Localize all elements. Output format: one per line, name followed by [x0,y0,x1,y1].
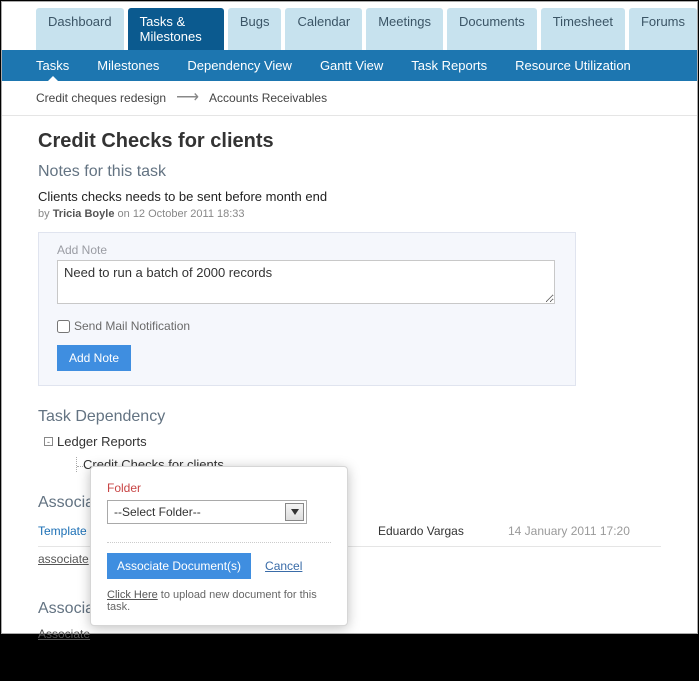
click-here-link[interactable]: Click Here [107,589,158,601]
add-note-button[interactable]: Add Note [57,345,131,371]
tab-dashboard[interactable]: Dashboard [36,8,124,50]
arrow-right-icon: ⟶ [176,90,199,106]
send-mail-label: Send Mail Notification [74,319,190,333]
tab-documents[interactable]: Documents [447,8,537,50]
section-notes-title: Notes for this task [38,163,661,181]
sub-nav: Tasks Milestones Dependency View Gantt V… [2,50,697,81]
note-title: Clients checks needs to be sent before m… [38,189,661,204]
tree-collapse-icon[interactable]: - [44,437,53,446]
tab-meetings[interactable]: Meetings [366,8,443,50]
note-author: Tricia Boyle [53,208,115,220]
popup-folder-label: Folder [107,481,331,495]
tree-parent-label[interactable]: Ledger Reports [57,434,147,449]
subtab-dependency-view[interactable]: Dependency View [187,58,292,73]
tab-timesheet[interactable]: Timesheet [541,8,625,50]
tab-bugs[interactable]: Bugs [228,8,282,50]
top-nav: Dashboard Tasks & Milestones Bugs Calend… [2,2,697,50]
folder-select-value: --Select Folder-- [108,505,285,519]
tab-calendar[interactable]: Calendar [285,8,362,50]
note-meta: by Tricia Boyle on 12 October 2011 18:33 [38,208,661,220]
add-note-label: Add Note [57,243,557,257]
section-dependency-title: Task Dependency [38,408,661,426]
note-by-prefix: by [38,208,53,220]
document-author: Eduardo Vargas [378,524,508,538]
add-note-panel: Add Note Send Mail Notification Add Note [38,232,576,386]
tab-forums[interactable]: Forums [629,8,697,50]
associate-forum-link[interactable]: Associate [38,627,90,641]
subtab-milestones[interactable]: Milestones [97,58,159,73]
chevron-down-icon[interactable] [285,503,304,521]
document-date: 14 January 2011 17:20 [508,524,630,538]
breadcrumb-child[interactable]: Accounts Receivables [209,91,327,105]
subtab-resource-utilization[interactable]: Resource Utilization [515,58,631,73]
send-mail-checkbox[interactable] [57,320,70,333]
subtab-tasks[interactable]: Tasks [36,58,69,73]
subtab-task-reports[interactable]: Task Reports [411,58,487,73]
folder-select[interactable]: --Select Folder-- [107,500,307,524]
associate-document-link[interactable]: associate [38,552,89,566]
note-date: 12 October 2011 18:33 [133,208,245,220]
associate-document-popup: Folder --Select Folder-- Associate Docum… [90,466,348,626]
breadcrumb: Credit cheques redesign ⟶ Accounts Recei… [2,81,697,116]
note-on-prefix: on [114,208,132,220]
popup-divider [107,542,331,543]
upload-hint: Click Here to upload new document for th… [107,589,331,613]
breadcrumb-parent[interactable]: Credit cheques redesign [36,91,166,105]
cancel-link[interactable]: Cancel [265,559,302,573]
associate-documents-button[interactable]: Associate Document(s) [107,553,251,579]
tab-tasks-milestones[interactable]: Tasks & Milestones [128,8,224,50]
subtab-gantt-view[interactable]: Gantt View [320,58,383,73]
note-textarea[interactable] [57,260,555,304]
page-title: Credit Checks for clients [38,130,661,153]
